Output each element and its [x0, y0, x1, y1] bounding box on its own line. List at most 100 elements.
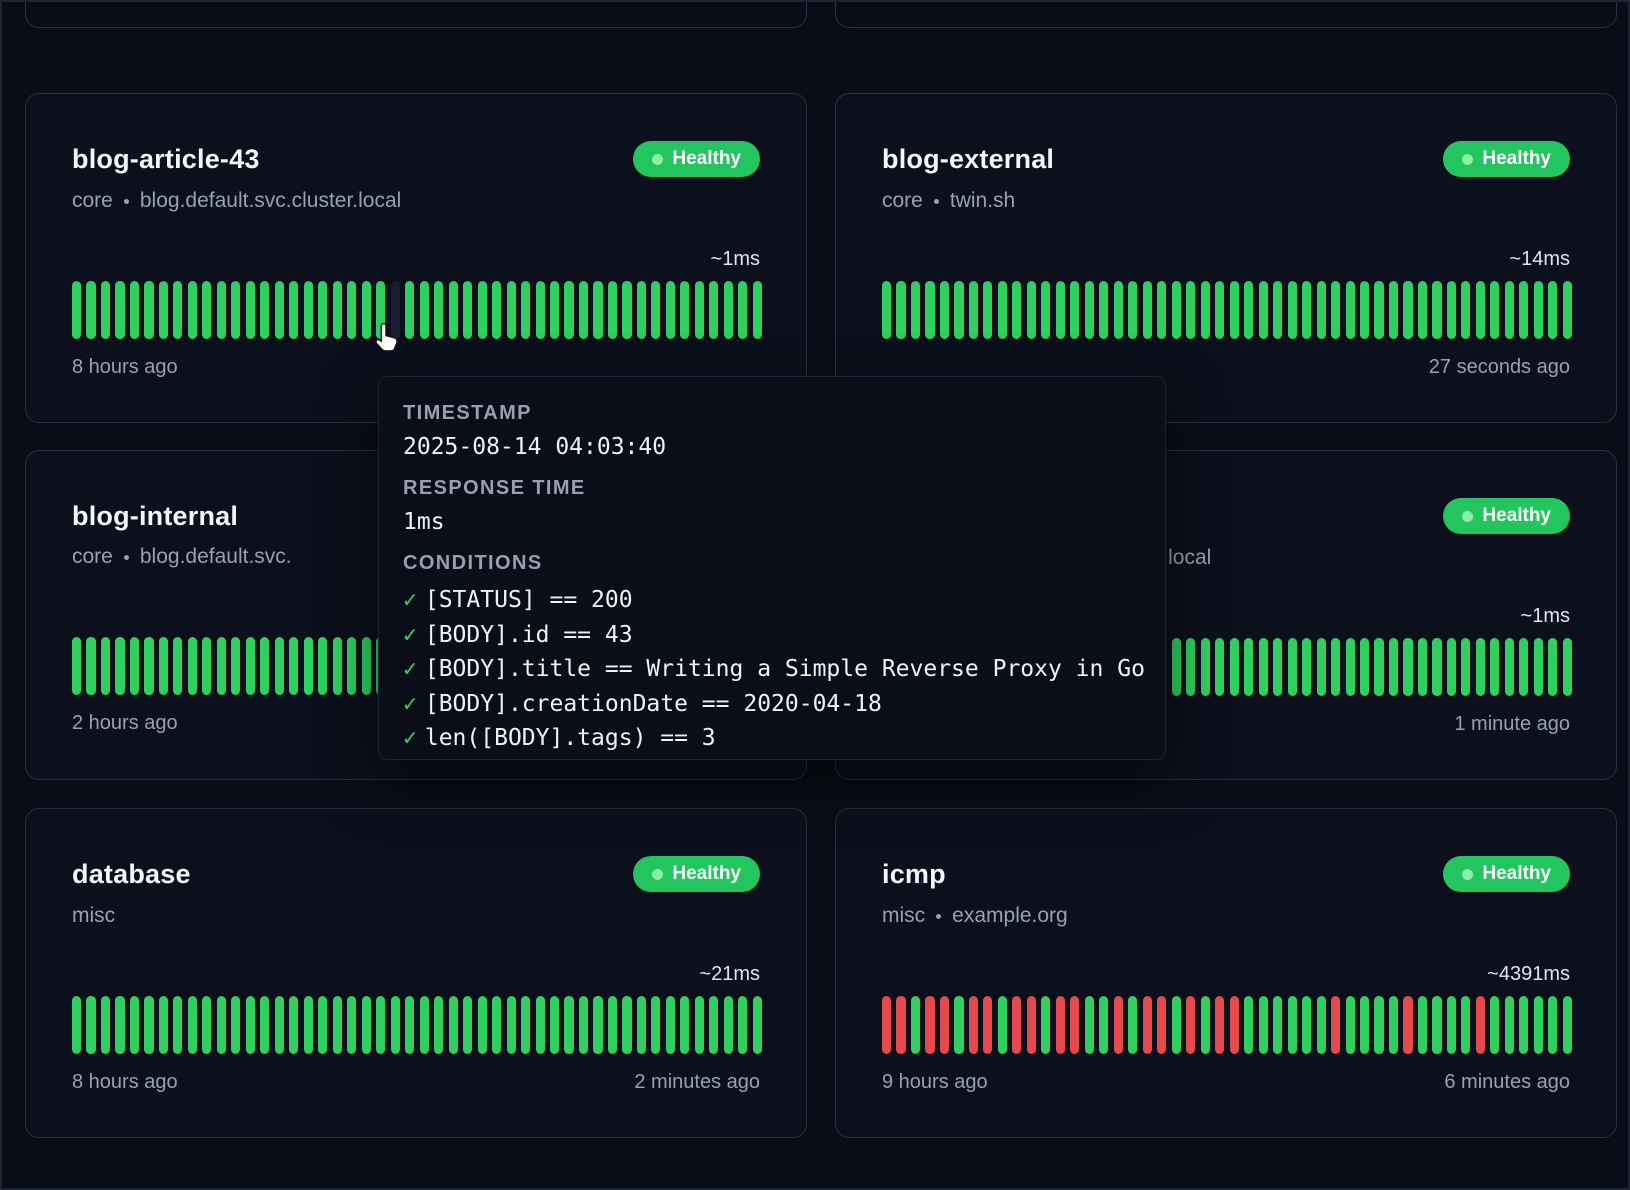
uptime-bar[interactable]: [1403, 638, 1412, 696]
uptime-bar[interactable]: [1374, 281, 1383, 339]
uptime-bar[interactable]: [911, 281, 920, 339]
uptime-bar[interactable]: [188, 996, 197, 1054]
uptime-bar[interactable]: [1403, 281, 1412, 339]
uptime-bar[interactable]: [1476, 638, 1485, 696]
service-card-database[interactable]: database Healthy misc ~21ms 8 hours ago …: [25, 808, 807, 1138]
uptime-bar[interactable]: [579, 996, 588, 1054]
uptime-bar[interactable]: [492, 996, 501, 1054]
uptime-bar[interactable]: [246, 281, 255, 339]
uptime-bar[interactable]: [753, 996, 762, 1054]
uptime-bar[interactable]: [202, 637, 211, 695]
uptime-bar[interactable]: [1418, 996, 1427, 1054]
uptime-bar[interactable]: [1070, 996, 1079, 1054]
uptime-bar[interactable]: [998, 996, 1007, 1054]
uptime-bar[interactable]: [1505, 281, 1514, 339]
uptime-bar[interactable]: [983, 281, 992, 339]
uptime-bar[interactable]: [1490, 281, 1499, 339]
uptime-bar[interactable]: [940, 996, 949, 1054]
uptime-bar[interactable]: [188, 281, 197, 339]
uptime-bar[interactable]: [507, 281, 516, 339]
uptime-bar[interactable]: [275, 281, 284, 339]
uptime-bar[interactable]: [1519, 281, 1528, 339]
uptime-bar[interactable]: [1259, 638, 1268, 696]
uptime-bar[interactable]: [159, 996, 168, 1054]
uptime-bar[interactable]: [1201, 281, 1210, 339]
uptime-bar[interactable]: [1534, 281, 1543, 339]
uptime-bar[interactable]: [1302, 996, 1311, 1054]
uptime-bar[interactable]: [521, 281, 530, 339]
uptime-bar[interactable]: [1548, 638, 1557, 696]
uptime-bar[interactable]: [1259, 996, 1268, 1054]
uptime-bar[interactable]: [593, 996, 602, 1054]
uptime-bar[interactable]: [1447, 996, 1456, 1054]
uptime-bar[interactable]: [1476, 996, 1485, 1054]
uptime-bar[interactable]: [347, 996, 356, 1054]
uptime-bar[interactable]: [260, 637, 269, 695]
uptime-bar[interactable]: [1490, 996, 1499, 1054]
uptime-bar[interactable]: [318, 996, 327, 1054]
uptime-bar[interactable]: [564, 996, 573, 1054]
uptime-bar[interactable]: [1172, 996, 1181, 1054]
uptime-bar[interactable]: [1201, 638, 1210, 696]
uptime-bar[interactable]: [925, 281, 934, 339]
service-card-blog-external[interactable]: blog-external Healthy core twin.sh ~14ms…: [835, 93, 1617, 423]
uptime-bar[interactable]: [1230, 996, 1239, 1054]
uptime-bar[interactable]: [536, 996, 545, 1054]
uptime-bar[interactable]: [1157, 281, 1166, 339]
uptime-bar[interactable]: [1186, 996, 1195, 1054]
uptime-bar[interactable]: [289, 281, 298, 339]
uptime-bar[interactable]: [1461, 996, 1470, 1054]
uptime-bar[interactable]: [1288, 996, 1297, 1054]
uptime-bar[interactable]: [1563, 281, 1572, 339]
uptime-bar[interactable]: [1548, 996, 1557, 1054]
uptime-bar[interactable]: [983, 996, 992, 1054]
uptime-bar[interactable]: [347, 281, 356, 339]
uptime-bar[interactable]: [1360, 281, 1369, 339]
uptime-bar[interactable]: [666, 996, 675, 1054]
uptime-bar[interactable]: [1157, 996, 1166, 1054]
uptime-bar[interactable]: [289, 996, 298, 1054]
uptime-bar[interactable]: [86, 281, 95, 339]
uptime-bar[interactable]: [1244, 996, 1253, 1054]
uptime-bar[interactable]: [1099, 281, 1108, 339]
uptime-bar[interactable]: [1360, 996, 1369, 1054]
uptime-bar[interactable]: [318, 281, 327, 339]
uptime-bar[interactable]: [492, 281, 501, 339]
uptime-bar[interactable]: [1476, 281, 1485, 339]
uptime-bar[interactable]: [593, 281, 602, 339]
uptime-bar[interactable]: [1490, 638, 1499, 696]
uptime-bar[interactable]: [144, 996, 153, 1054]
uptime-bar[interactable]: [738, 281, 747, 339]
uptime-bar[interactable]: [651, 281, 660, 339]
uptime-bar[interactable]: [1389, 638, 1398, 696]
uptime-bar[interactable]: [478, 281, 487, 339]
uptime-bar[interactable]: [925, 996, 934, 1054]
uptime-bar[interactable]: [1012, 281, 1021, 339]
uptime-bar[interactable]: [753, 281, 762, 339]
uptime-bar[interactable]: [724, 996, 733, 1054]
uptime-bar[interactable]: [362, 996, 371, 1054]
uptime-bar[interactable]: [1374, 638, 1383, 696]
uptime-bar[interactable]: [1186, 281, 1195, 339]
uptime-bar[interactable]: [72, 996, 81, 1054]
uptime-bar[interactable]: [434, 996, 443, 1054]
uptime-bar[interactable]: [159, 281, 168, 339]
uptime-bar[interactable]: [1128, 996, 1137, 1054]
uptime-bar[interactable]: [940, 281, 949, 339]
uptime-bar[interactable]: [318, 637, 327, 695]
uptime-bar[interactable]: [1041, 996, 1050, 1054]
uptime-bar[interactable]: [376, 996, 385, 1054]
uptime-bar[interactable]: [376, 281, 385, 339]
uptime-bar[interactable]: [173, 996, 182, 1054]
uptime-bar[interactable]: [333, 637, 342, 695]
uptime-bar[interactable]: [1215, 281, 1224, 339]
uptime-bar[interactable]: [724, 281, 733, 339]
uptime-bar[interactable]: [159, 637, 168, 695]
uptime-bar[interactable]: [1099, 996, 1108, 1054]
uptime-bar[interactable]: [579, 281, 588, 339]
uptime-bar[interactable]: [1244, 281, 1253, 339]
uptime-bar[interactable]: [1389, 281, 1398, 339]
uptime-bar[interactable]: [1317, 996, 1326, 1054]
uptime-bar[interactable]: [362, 281, 371, 339]
uptime-bar[interactable]: [1230, 638, 1239, 696]
